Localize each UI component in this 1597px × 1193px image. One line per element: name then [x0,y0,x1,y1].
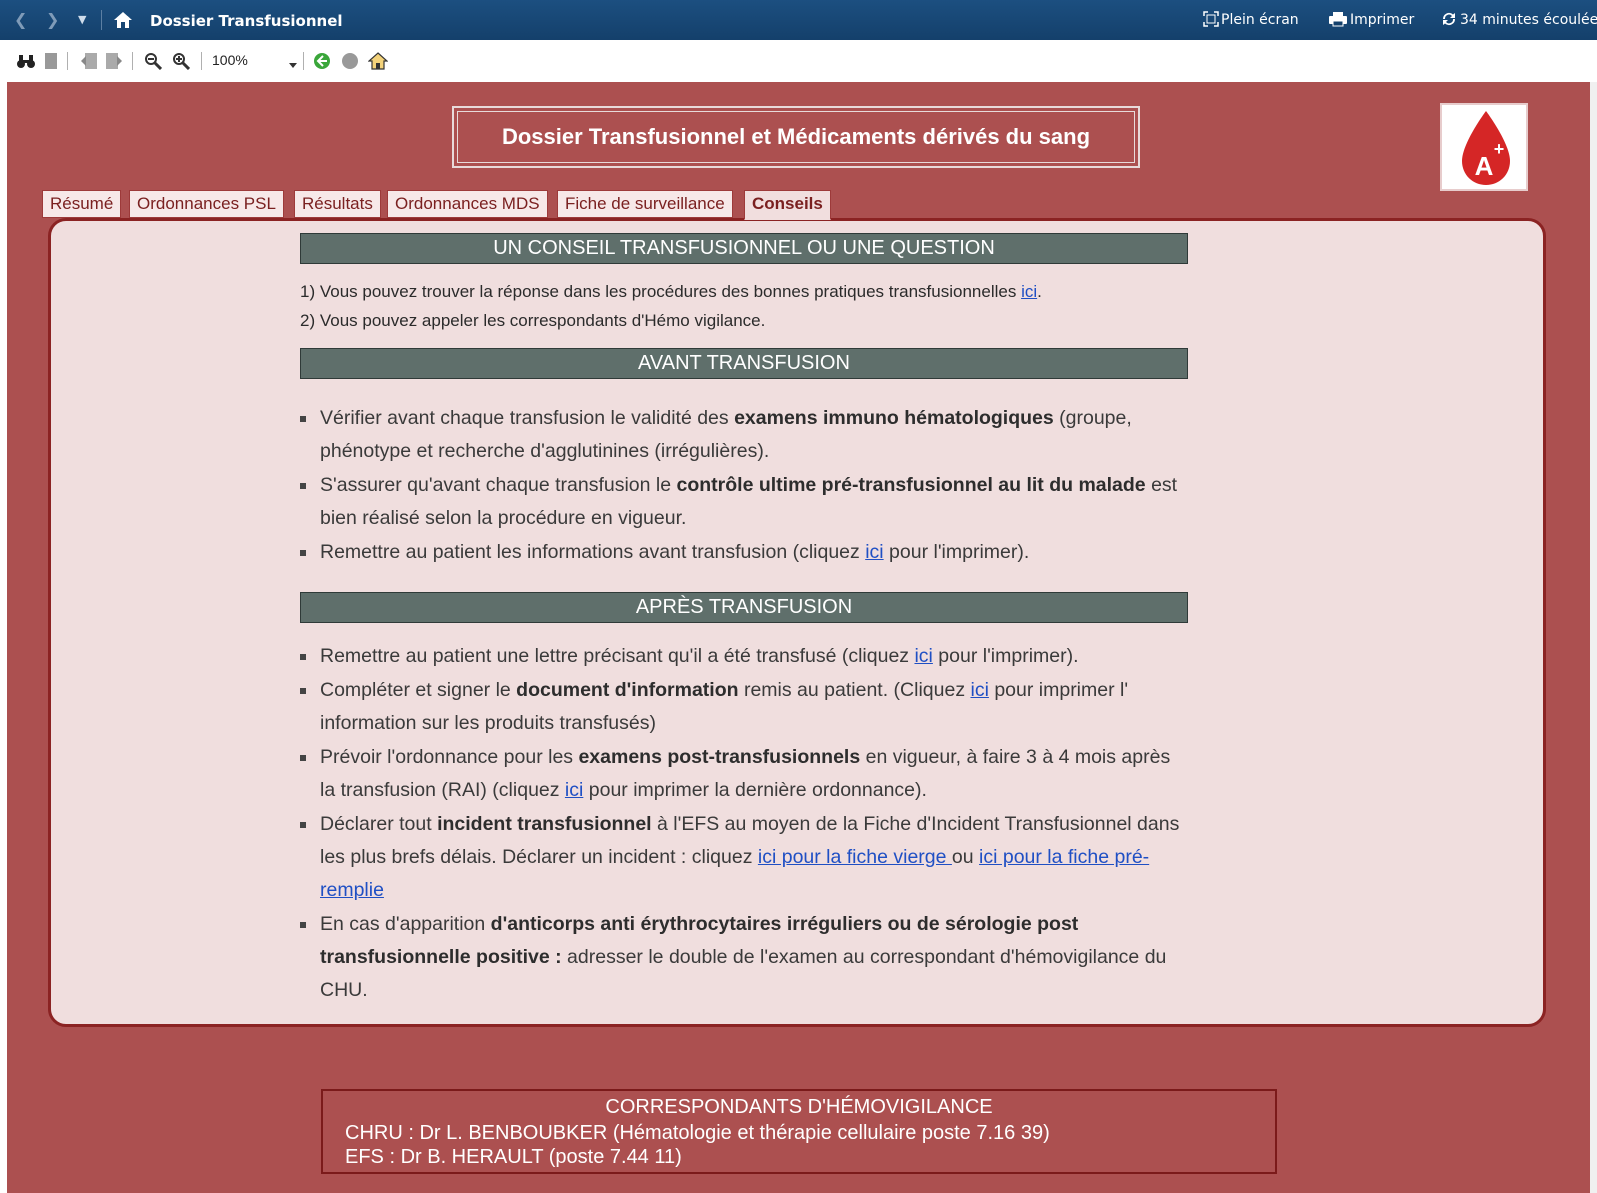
item-text: En cas d'apparition [320,913,491,935]
item-text: ou [951,846,980,868]
correspondant-efs: EFS : Dr B. HERAULT (poste 7.44 11) [345,1146,682,1168]
item-text: Vérifier avant chaque transfusion le val… [320,407,735,429]
find-icon[interactable] [16,52,36,75]
item-bold: examens post-transfusionnels [578,746,861,768]
item-text: Prévoir l'ordonnance pour les [320,746,579,768]
list-item: Compléter et signer le document d'inform… [300,674,1180,740]
dropdown-arrow-icon[interactable]: ▼ [78,0,86,40]
page-icon[interactable] [44,52,58,75]
item-bold: contrôle ultime pré-transfusionnel au li… [676,474,1146,496]
rhesus-plus-sign: + [1494,139,1505,159]
go-icon[interactable] [313,52,331,75]
print-label: Imprimer [1350,12,1415,28]
page-title: Dossier Transfusionnel et Médicaments dé… [457,111,1135,163]
item-text: pour l'imprimer). [932,645,1079,667]
home-icon[interactable] [113,11,133,33]
item-bold: examens immuno hématologiques [734,407,1054,429]
item-text: pour l'imprimer). [883,541,1030,563]
intro-line-2: 2) Vous pouvez appeler les correspondant… [300,311,766,330]
tab-fiche-de-surveillance[interactable]: Fiche de surveillance [557,190,733,218]
item-text: Compléter et signer le [320,679,517,701]
zoom-out-icon[interactable] [144,52,163,75]
main-title-box: Dossier Transfusionnel et Médicaments dé… [452,106,1140,168]
item-text: Remettre au patient les informations ava… [320,541,866,563]
toolbar-separator [67,52,68,70]
procedures-link[interactable]: ici [1021,282,1037,301]
back-arrow-icon[interactable]: ❮ [14,0,27,40]
item-text: S'assurer qu'avant chaque transfusion le [320,474,677,496]
list-item: Remettre au patient les informations ava… [300,536,1180,569]
intro-line-1-end: . [1037,282,1042,301]
list-item: Vérifier avant chaque transfusion le val… [300,402,1180,468]
fullscreen-label: Plein écran [1221,12,1299,28]
zoom-select[interactable]: 100% [212,52,248,68]
printer-icon [1329,12,1347,27]
fiche-vierge-link[interactable]: ici pour la fiche vierge [758,846,952,868]
item-text: remis au patient. (Cliquez [738,679,971,701]
intro-line-1: 1) Vous pouvez trouver la réponse dans l… [300,282,1042,302]
tab-ordonnances-psl[interactable]: Ordonnances PSL [129,190,284,218]
section-header-apres: APRÈS TRANSFUSION [300,592,1188,623]
fullscreen-icon [1203,11,1219,27]
info-avant-transfusion-link[interactable]: ici [865,541,883,563]
blood-drop-icon: A + [1462,111,1510,185]
tab-resume[interactable]: Résumé [42,190,122,218]
titlebar-separator [101,10,102,30]
item-bold: document d'information [516,679,739,701]
tab-conseils[interactable]: Conseils [744,190,831,220]
next-page-icon[interactable] [105,52,123,75]
correspondants-title: CORRESPONDANTS D'HÉMOVIGILANCE [605,1096,993,1118]
list-item: Déclarer tout incident transfusionnel à … [300,808,1180,907]
window-titlebar: ❮ ❯ ▼ Dossier Transfusionnel Plein écran… [0,0,1597,40]
lettre-transfusion-link[interactable]: ici [914,645,932,667]
list-item: Prévoir l'ordonnance pour les examens po… [300,741,1180,807]
list-item: Remettre au patient une lettre précisant… [300,640,1180,673]
avant-transfusion-list: Vérifier avant chaque transfusion le val… [300,402,1180,570]
item-text: Déclarer tout [320,813,438,835]
correspondants-box: CORRESPONDANTS D'HÉMOVIGILANCE CHRU : Dr… [321,1089,1277,1174]
session-timer[interactable]: 34 minutes écoulée [1440,0,1597,40]
window-title: Dossier Transfusionnel [150,12,343,30]
home-page-icon[interactable] [367,52,389,75]
section-header-question: UN CONSEIL TRANSFUSIONNEL OU UNE QUESTIO… [300,233,1188,264]
elapsed-label: 34 minutes écoulée [1460,12,1597,28]
blood-group-logo: A + [1440,103,1528,191]
toolbar-separator [132,52,133,70]
tab-resultats[interactable]: Résultats [294,190,381,218]
fullscreen-button[interactable]: Plein écran [1203,0,1299,40]
item-text: Remettre au patient une lettre précisant… [320,645,915,667]
forward-arrow-icon[interactable]: ❯ [46,0,59,40]
stop-icon[interactable] [341,52,359,75]
apres-transfusion-list: Remettre au patient une lettre précisant… [300,640,1180,1008]
refresh-icon [1442,12,1456,26]
list-item: En cas d'apparition d'anticorps anti éry… [300,908,1180,1007]
toolbar-separator [201,52,202,70]
blood-group-letter: A [1475,151,1494,181]
document-information-link[interactable]: ici [970,679,988,701]
previous-page-icon[interactable] [80,52,98,75]
ordonnance-link[interactable]: ici [565,779,583,801]
tab-ordonnances-mds[interactable]: Ordonnances MDS [387,190,548,218]
zoom-dropdown-icon[interactable] [289,56,297,74]
section-header-avant: AVANT TRANSFUSION [300,348,1188,379]
toolbar-separator [303,52,304,70]
correspondant-chru: CHRU : Dr L. BENBOUBKER (Hématologie et … [345,1122,1050,1144]
item-text: pour imprimer la dernière ordonnance). [583,779,927,801]
print-button[interactable]: Imprimer [1328,0,1414,40]
item-bold: incident transfusionnel [437,813,652,835]
list-item: S'assurer qu'avant chaque transfusion le… [300,469,1180,535]
intro-line-1-text: 1) Vous pouvez trouver la réponse dans l… [300,282,1022,301]
zoom-in-icon[interactable] [172,52,191,75]
vertical-scrollbar[interactable] [1590,82,1597,1193]
